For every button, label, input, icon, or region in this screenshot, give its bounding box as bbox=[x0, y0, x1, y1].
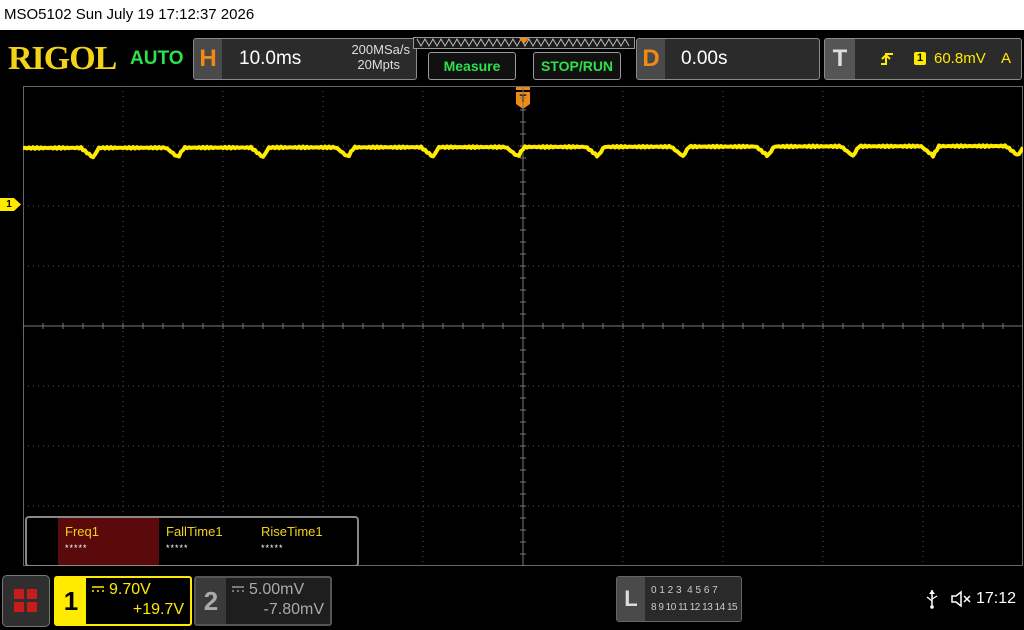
horizontal-letter-box: H bbox=[194, 39, 222, 79]
rising-edge-icon bbox=[881, 53, 893, 65]
channel1-offset: +19.7V bbox=[132, 601, 184, 618]
channel1-number-box: 1 bbox=[56, 578, 86, 624]
channel2-number: 2 bbox=[203, 586, 219, 616]
channel2-box[interactable]: 2 5.00mV -7.80mV bbox=[194, 576, 332, 626]
measurement-falltime1[interactable]: FallTime1 ***** bbox=[159, 518, 254, 565]
horizontal-panel[interactable]: H 10.0ms 200MSa/s 20Mpts bbox=[193, 38, 417, 80]
channel1-number: 1 bbox=[63, 586, 79, 616]
memory-overview-strip[interactable] bbox=[413, 37, 635, 49]
menu-button[interactable] bbox=[2, 575, 50, 627]
timebase-value: 10.0ms bbox=[239, 48, 302, 69]
measurement-value: ***** bbox=[261, 543, 284, 553]
logic-letter: L bbox=[624, 586, 638, 611]
measurement-value: ***** bbox=[65, 543, 88, 553]
menu-grid-icon bbox=[14, 589, 37, 612]
measure-button[interactable]: Measure bbox=[428, 52, 516, 80]
channel2-number-box: 2 bbox=[196, 578, 226, 624]
measurement-label: Freq1 bbox=[65, 524, 99, 539]
measurement-value: ***** bbox=[166, 543, 189, 553]
delay-value: 0.00s bbox=[681, 48, 728, 69]
measurement-label: FallTime1 bbox=[166, 524, 223, 539]
trigger-coupling: A bbox=[1001, 50, 1012, 67]
memory-depth: 20Mpts bbox=[357, 57, 400, 72]
logic-row1: 0 1 2 3 4 5 6 7 bbox=[651, 585, 718, 596]
sample-rate: 200MSa/s bbox=[351, 42, 410, 57]
usb-icon bbox=[926, 590, 938, 609]
channel1-scale: 9.70V bbox=[109, 581, 151, 598]
channel1-ground-marker[interactable]: 1 bbox=[0, 198, 22, 211]
channel1-box[interactable]: 1 9.70V +19.7V bbox=[54, 576, 192, 626]
clock-time: 17:12 bbox=[976, 590, 1017, 607]
delay-panel[interactable]: D 0.00s bbox=[636, 38, 820, 80]
measurement-label: RiseTime1 bbox=[261, 524, 323, 539]
title-text: MSO5102 Sun July 19 17:12:37 2026 bbox=[4, 6, 255, 23]
stop-run-button[interactable]: STOP/RUN bbox=[533, 52, 621, 80]
trigger-level: 60.8mV bbox=[934, 50, 986, 67]
channel2-offset: -7.80mV bbox=[263, 601, 324, 618]
delay-letter: D bbox=[642, 45, 660, 72]
measurement-freq1[interactable]: Freq1 ***** bbox=[58, 518, 159, 565]
title-bar: MSO5102 Sun July 19 17:12:37 2026 bbox=[0, 0, 1024, 30]
waveform-grid bbox=[23, 86, 1023, 566]
speaker-muted-icon[interactable] bbox=[950, 590, 972, 608]
measurement-risetime1[interactable]: RiseTime1 ***** bbox=[254, 518, 349, 565]
channel1-marker-label: 1 bbox=[6, 199, 12, 210]
delay-letter-box: D bbox=[637, 39, 665, 79]
trigger-mode-label[interactable]: AUTO bbox=[130, 48, 183, 70]
logic-letter-box: L bbox=[617, 577, 645, 621]
horizontal-letter: H bbox=[199, 45, 217, 72]
dc-coupling-icon bbox=[92, 586, 104, 592]
channel2-scale: 5.00mV bbox=[249, 581, 305, 598]
trigger-source-badge: 1 bbox=[914, 52, 926, 65]
dc-coupling-icon bbox=[232, 586, 244, 592]
trigger-letter: T bbox=[832, 45, 848, 72]
measurement-panel: Freq1 ***** FallTime1 ***** RiseTime1 **… bbox=[25, 516, 359, 567]
trigger-panel[interactable]: T 1 60.8mV A bbox=[824, 38, 1022, 80]
logic-row2: 8 9 10 11 12 13 14 15 bbox=[651, 602, 738, 613]
trigger-letter-box: T bbox=[825, 39, 855, 79]
waveform-display[interactable] bbox=[23, 86, 1023, 566]
rigol-logo: RIGOL bbox=[8, 40, 117, 77]
logic-channels-box[interactable]: L 0 1 2 3 4 5 6 7 8 9 10 11 12 13 14 15 bbox=[616, 576, 742, 622]
